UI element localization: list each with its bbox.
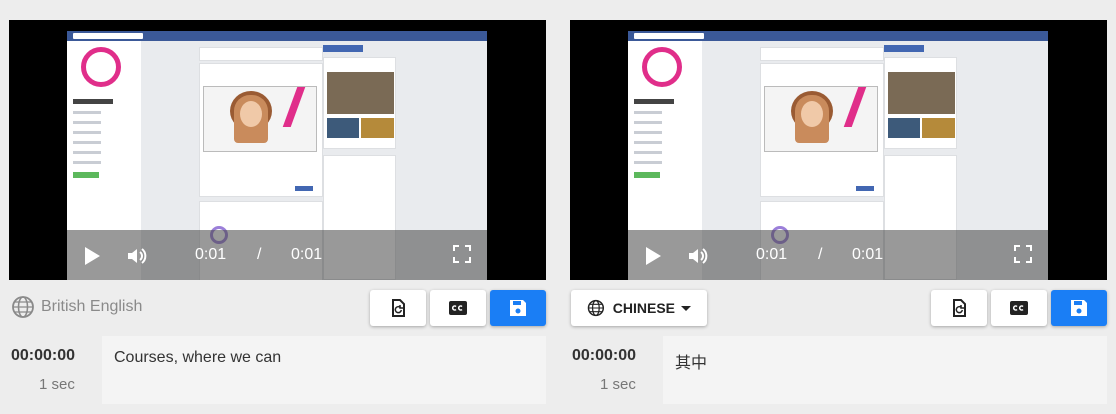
video-controls: 0:01 / 0:01	[67, 230, 487, 280]
video-player[interactable]: 0:01 / 0:01	[570, 20, 1107, 280]
fb-side-line	[73, 141, 101, 144]
fb-search-bar	[634, 33, 704, 39]
restore-button[interactable]	[931, 290, 987, 326]
fb-side-line	[634, 161, 662, 164]
person-face	[240, 101, 262, 127]
right-panel: 0:01 / 0:01 CHINESE 00:00:00 1 sec 其中	[570, 20, 1107, 414]
restore-icon	[392, 299, 405, 317]
fb-videos-box	[323, 57, 396, 149]
fb-book-button	[884, 45, 924, 52]
current-time: 0:01	[195, 246, 227, 263]
fb-side-line	[73, 111, 101, 114]
total-duration: 0:01	[291, 246, 323, 263]
brand-stripe	[282, 87, 306, 127]
save-icon	[1071, 300, 1087, 316]
fb-side-line	[73, 161, 101, 164]
fb-side-line	[634, 121, 662, 124]
fb-search-bar	[73, 33, 143, 39]
video-controls: 0:01 / 0:01	[628, 230, 1048, 280]
closed-caption-icon	[449, 301, 467, 315]
fb-videos-box	[884, 57, 957, 149]
captions-button[interactable]	[991, 290, 1047, 326]
language-label: British English	[11, 293, 142, 321]
fb-composer	[760, 47, 884, 61]
caption-row: 00:00:00 1 sec 其中	[570, 336, 1107, 404]
fb-post-video	[764, 86, 878, 152]
caption-timestamp: 00:00:00	[572, 347, 637, 364]
caption-timestamp: 00:00:00	[11, 347, 76, 364]
fb-post	[199, 63, 323, 197]
fb-side-line	[634, 141, 662, 144]
fb-page-name	[634, 99, 674, 104]
fb-side-line	[73, 151, 101, 154]
person-face	[801, 101, 823, 127]
save-button[interactable]	[490, 290, 546, 326]
save-icon	[510, 300, 526, 316]
fullscreen-icon[interactable]	[453, 245, 471, 263]
video-thumbnail	[327, 118, 359, 138]
fb-side-line	[73, 131, 101, 134]
video-thumbnail	[922, 118, 955, 138]
fb-green-button	[634, 172, 660, 178]
fb-side-line	[634, 151, 662, 154]
video-thumbnail	[888, 118, 920, 138]
closed-caption-icon	[1010, 301, 1028, 315]
volume-icon[interactable]	[125, 244, 149, 268]
language-name: British English	[41, 298, 143, 315]
video-thumbnail	[327, 72, 394, 114]
fb-side-line	[634, 111, 662, 114]
fb-post-button	[295, 186, 313, 191]
restore-button[interactable]	[370, 290, 426, 326]
fb-topbar	[67, 31, 487, 41]
fb-book-button	[323, 45, 363, 52]
total-duration: 0:01	[852, 246, 884, 263]
play-icon[interactable]	[85, 247, 100, 265]
video-thumbnail	[888, 72, 955, 114]
globe-icon	[587, 299, 605, 317]
language-name: CHINESE	[612, 300, 675, 316]
brand-logo	[81, 47, 121, 87]
current-time: 0:01	[756, 246, 788, 263]
fullscreen-icon[interactable]	[1014, 245, 1032, 263]
captions-button[interactable]	[430, 290, 486, 326]
caption-duration: 1 sec	[39, 376, 75, 393]
globe-icon	[12, 296, 34, 318]
fb-page-name	[73, 99, 113, 104]
brand-logo	[642, 47, 682, 87]
restore-icon	[953, 299, 966, 317]
fb-post-video	[203, 86, 317, 152]
fb-composer	[199, 47, 323, 61]
caption-text[interactable]: 其中	[663, 336, 1107, 404]
fb-post-button	[856, 186, 874, 191]
time-separator: /	[257, 246, 262, 263]
video-player[interactable]: 0:01 / 0:01	[9, 20, 546, 280]
left-panel: 0:01 / 0:01 British English 00:00:00 1 s…	[9, 20, 546, 414]
chevron-down-icon	[681, 305, 691, 311]
caption-row: 00:00:00 1 sec Courses, where we can	[9, 336, 546, 404]
caption-duration: 1 sec	[600, 376, 636, 393]
fb-green-button	[73, 172, 99, 178]
fb-topbar	[628, 31, 1048, 41]
video-thumbnail	[361, 118, 394, 138]
fb-side-line	[634, 131, 662, 134]
volume-icon[interactable]	[686, 244, 710, 268]
save-button[interactable]	[1051, 290, 1107, 326]
brand-stripe	[843, 87, 867, 127]
caption-text[interactable]: Courses, where we can	[102, 336, 546, 404]
play-icon[interactable]	[646, 247, 661, 265]
fb-post	[760, 63, 884, 197]
time-separator: /	[818, 246, 823, 263]
language-dropdown[interactable]: CHINESE	[571, 290, 707, 326]
fb-side-line	[73, 121, 101, 124]
